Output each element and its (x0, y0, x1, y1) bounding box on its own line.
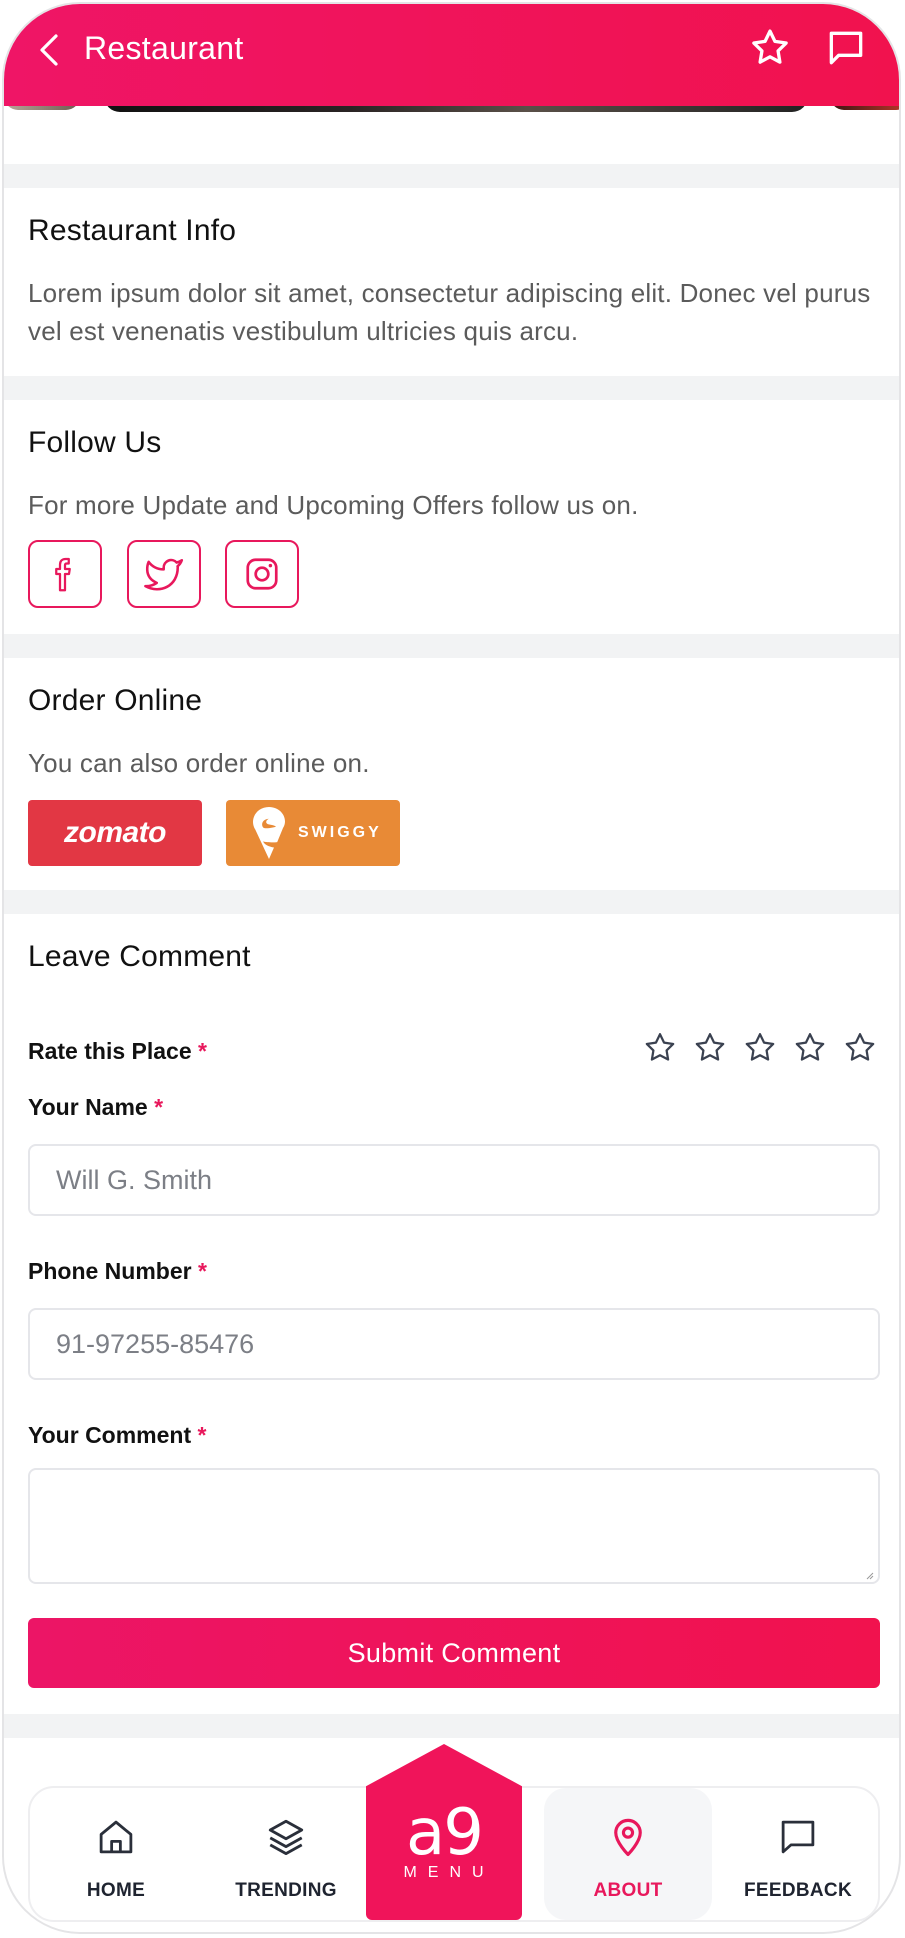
comment-textarea[interactable] (28, 1468, 880, 1584)
twitter-icon (144, 558, 184, 591)
swiggy-logo-text: SWIGGY (298, 824, 382, 841)
app-header: Restaurant (4, 4, 899, 106)
name-label-text: Your Name (28, 1094, 148, 1120)
swiggy-logo-icon (253, 807, 285, 859)
rating-star-icon[interactable] (692, 1030, 728, 1066)
submit-label: Submit Comment (347, 1637, 561, 1668)
zomato-logo-text: zomato (64, 816, 167, 849)
chat-bubble-icon[interactable] (824, 26, 868, 70)
nav-about-label: ABOUT (593, 1880, 663, 1901)
rate-label: Rate this Place * (28, 1038, 207, 1065)
nav-trending-label: TRENDING (235, 1880, 337, 1901)
nav-feedback-label: FEEDBACK (744, 1880, 852, 1901)
follow-us-card: Follow Us For more Update and Upcoming O… (4, 400, 899, 634)
follow-description: For more Update and Upcoming Offers foll… (28, 490, 639, 520)
section-title: Restaurant Info (28, 214, 237, 247)
order-online-card: Order Online You can also order online o… (4, 658, 899, 890)
zomato-button[interactable]: zomato (28, 800, 202, 866)
name-placeholder: Will G. Smith (56, 1164, 213, 1195)
comment-label-text: Your Comment (28, 1422, 192, 1448)
location-pin-icon (614, 1818, 642, 1857)
nav-trending[interactable]: TRENDING (206, 1788, 366, 1920)
home-icon (99, 1820, 133, 1854)
order-description: You can also order online on. (28, 748, 370, 778)
layers-icon (268, 1819, 304, 1856)
section-title: Leave Comment (28, 940, 251, 973)
page-title: Restaurant (84, 30, 244, 66)
submit-comment-button[interactable]: Submit Comment (28, 1618, 880, 1688)
restaurant-description: Lorem ipsum dolor sit amet, consectetur … (28, 278, 871, 346)
gallery-area (4, 114, 899, 164)
chevron-left-icon[interactable] (32, 30, 68, 70)
phone-label-text: Phone Number (28, 1258, 192, 1284)
logo-subtext: MENU (403, 1864, 495, 1881)
logo-mark: a9 (406, 1796, 484, 1870)
nav-home-label: HOME (86, 1880, 146, 1901)
phone-screen: Restaurant Restaurant Info Lorem ipsum d… (2, 2, 901, 1934)
required-mark: * (197, 1422, 207, 1448)
instagram-button[interactable] (225, 540, 299, 608)
restaurant-info-card: Restaurant Info Lorem ipsum dolor sit am… (4, 188, 899, 376)
section-title: Follow Us (28, 426, 162, 459)
chat-bubble-icon (781, 1820, 815, 1854)
rating-star-icon[interactable] (642, 1030, 678, 1066)
phone-placeholder: 91-97255-85476 (56, 1328, 255, 1359)
required-mark: * (198, 1038, 207, 1064)
phone-input[interactable]: 91-97255-85476 (28, 1308, 880, 1380)
comment-label: Your Comment * (28, 1422, 206, 1449)
phone-label: Phone Number * (28, 1258, 207, 1285)
rate-label-text: Rate this Place (28, 1038, 192, 1064)
rating-star-icon[interactable] (742, 1030, 778, 1066)
leave-comment-card: Leave Comment Rate this Place * Your Nam… (4, 914, 899, 1714)
required-mark: * (197, 1258, 207, 1284)
twitter-button[interactable] (127, 540, 201, 608)
nav-about[interactable]: ABOUT (544, 1788, 712, 1920)
swiggy-button[interactable]: SWIGGY (226, 800, 400, 866)
nav-feedback[interactable]: FEEDBACK (718, 1788, 878, 1920)
favorite-star-icon[interactable] (748, 26, 792, 70)
section-title: Order Online (28, 684, 203, 717)
name-label: Your Name * (28, 1094, 163, 1121)
required-mark: * (154, 1094, 164, 1120)
rating-stars (642, 1030, 878, 1066)
facebook-icon (55, 557, 71, 592)
rating-star-icon[interactable] (842, 1030, 878, 1066)
facebook-button[interactable] (28, 540, 102, 608)
rating-star-icon[interactable] (792, 1030, 828, 1066)
instagram-icon (246, 558, 278, 590)
resize-grip-icon[interactable] (864, 1570, 874, 1580)
nav-home[interactable]: HOME (36, 1788, 196, 1920)
name-input[interactable]: Will G. Smith (28, 1144, 880, 1216)
